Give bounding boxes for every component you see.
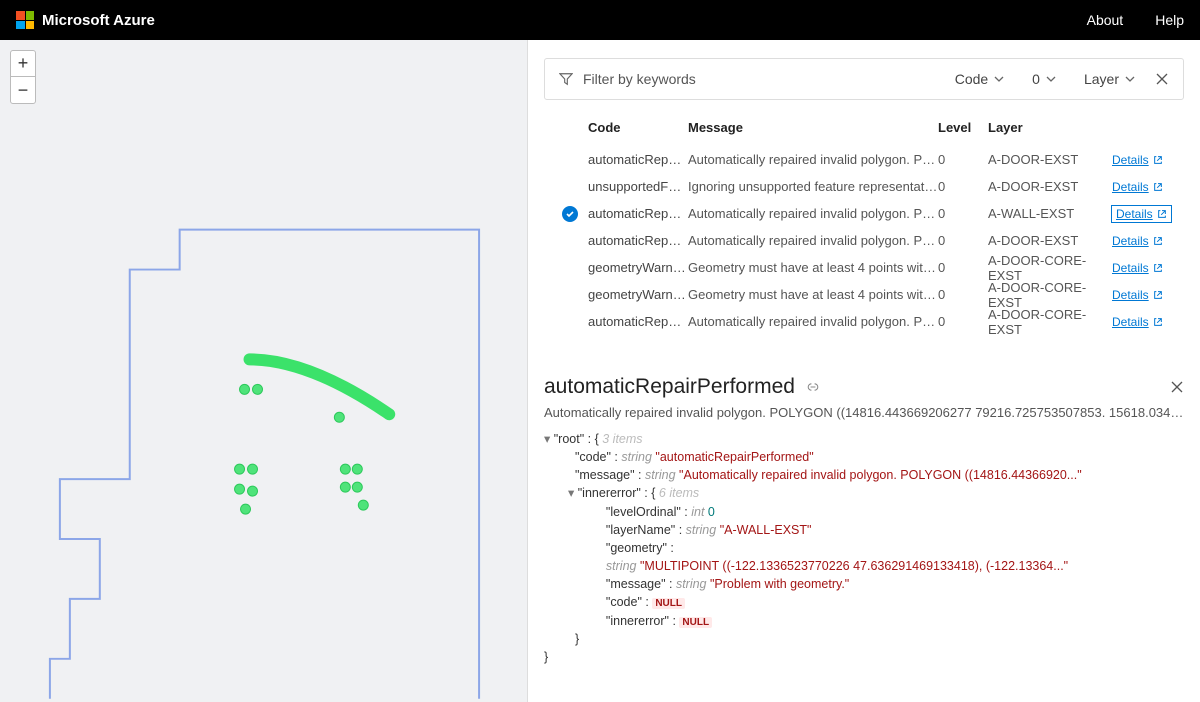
json-viewer: ▾ "root" : { 3 items "code" : string "au… <box>544 430 1184 666</box>
chevron-down-icon <box>1046 74 1056 84</box>
open-external-icon <box>1153 155 1163 165</box>
details-link[interactable]: Details <box>1112 234 1163 248</box>
cell-layer: A-DOOR-EXST <box>988 152 1112 167</box>
table-row[interactable]: automaticRepair...Automatically repaired… <box>544 227 1184 254</box>
cell-message: Geometry must have at least 4 points wit… <box>688 260 938 275</box>
table-row[interactable]: geometryWarningGeometry must have at lea… <box>544 254 1184 281</box>
filter-level-dropdown[interactable]: 0 <box>1024 71 1064 87</box>
details-link[interactable]: Details <box>1112 261 1163 275</box>
cell-layer: A-DOOR-EXST <box>988 179 1112 194</box>
detail-panel: automaticRepairPerformed Automatically r… <box>544 375 1184 666</box>
clear-filter-icon[interactable] <box>1155 72 1169 86</box>
filter-layer-dropdown[interactable]: Layer <box>1076 71 1143 87</box>
cell-code: geometryWarning <box>588 287 688 302</box>
cell-code: unsupportedFeat... <box>588 179 688 194</box>
selected-check-icon <box>562 206 578 222</box>
cell-code: automaticRepair... <box>588 206 688 221</box>
caret-icon[interactable]: ▾ <box>568 486 578 500</box>
chevron-down-icon <box>1125 74 1135 84</box>
table-row[interactable]: unsupportedFeat...Ignoring unsupported f… <box>544 173 1184 200</box>
cell-level: 0 <box>938 152 988 167</box>
open-external-icon <box>1153 317 1163 327</box>
cell-layer: A-DOOR-CORE-EXST <box>988 307 1112 337</box>
cell-code: geometryWarning <box>588 260 688 275</box>
col-header-layer[interactable]: Layer <box>988 120 1112 135</box>
open-external-icon <box>1153 236 1163 246</box>
cell-layer: A-DOOR-CORE-EXST <box>988 253 1112 283</box>
cell-level: 0 <box>938 314 988 329</box>
cell-layer: A-DOOR-CORE-EXST <box>988 280 1112 310</box>
nav-about[interactable]: About <box>1087 12 1124 28</box>
open-external-icon <box>1153 182 1163 192</box>
filter-placeholder[interactable]: Filter by keywords <box>583 71 696 87</box>
brand-text: Microsoft Azure <box>42 12 155 29</box>
detail-title: automaticRepairPerformed <box>544 375 795 399</box>
microsoft-logo-icon <box>16 11 34 29</box>
table-row[interactable]: automaticRepair...Automatically repaired… <box>544 146 1184 173</box>
table-row[interactable]: automaticRepair...Automatically repaired… <box>544 308 1184 335</box>
cell-message: Ignoring unsupported feature representat… <box>688 179 938 194</box>
filter-bar: Filter by keywords Code 0 Layer <box>544 58 1184 100</box>
table-row[interactable]: geometryWarningGeometry must have at lea… <box>544 281 1184 308</box>
details-link[interactable]: Details <box>1112 180 1163 194</box>
cell-level: 0 <box>938 206 988 221</box>
details-link[interactable]: Details <box>1112 206 1171 222</box>
details-link[interactable]: Details <box>1112 153 1163 167</box>
app-header: Microsoft Azure About Help <box>0 0 1200 40</box>
cell-message: Automatically repaired invalid polygon. … <box>688 233 938 248</box>
col-header-code[interactable]: Code <box>588 120 688 135</box>
filter-icon <box>559 72 573 86</box>
cell-level: 0 <box>938 287 988 302</box>
open-external-icon <box>1153 290 1163 300</box>
nav-help[interactable]: Help <box>1155 12 1184 28</box>
results-pane: Filter by keywords Code 0 Layer Code Mes… <box>528 40 1200 702</box>
results-table: Code Message Level Layer automaticRepair… <box>544 114 1184 335</box>
cell-level: 0 <box>938 233 988 248</box>
cell-code: automaticRepair... <box>588 233 688 248</box>
filter-code-dropdown[interactable]: Code <box>947 71 1012 87</box>
cell-message: Automatically repaired invalid polygon. … <box>688 152 938 167</box>
caret-icon[interactable]: ▾ <box>544 432 554 446</box>
col-header-message[interactable]: Message <box>688 120 938 135</box>
table-row[interactable]: automaticRepair...Automatically repaired… <box>544 200 1184 227</box>
chevron-down-icon <box>994 74 1004 84</box>
cell-layer: A-WALL-EXST <box>988 206 1112 221</box>
map-pane[interactable]: + − <box>0 40 528 702</box>
cell-code: automaticRepair... <box>588 152 688 167</box>
table-header: Code Message Level Layer <box>544 114 1184 146</box>
cell-layer: A-DOOR-EXST <box>988 233 1112 248</box>
open-external-icon <box>1153 263 1163 273</box>
map-canvas <box>0 40 527 701</box>
cell-code: automaticRepair... <box>588 314 688 329</box>
link-icon[interactable] <box>805 380 821 394</box>
cell-message: Geometry must have at least 4 points wit… <box>688 287 938 302</box>
brand-block: Microsoft Azure <box>16 11 155 29</box>
cell-level: 0 <box>938 260 988 275</box>
cell-message: Automatically repaired invalid polygon. … <box>688 314 938 329</box>
details-link[interactable]: Details <box>1112 288 1163 302</box>
details-link[interactable]: Details <box>1112 315 1163 329</box>
col-header-level[interactable]: Level <box>938 120 988 135</box>
close-detail-icon[interactable] <box>1170 380 1184 394</box>
cell-level: 0 <box>938 179 988 194</box>
open-external-icon <box>1157 209 1167 219</box>
detail-subtitle: Automatically repaired invalid polygon. … <box>544 405 1184 420</box>
cell-message: Automatically repaired invalid polygon. … <box>688 206 938 221</box>
